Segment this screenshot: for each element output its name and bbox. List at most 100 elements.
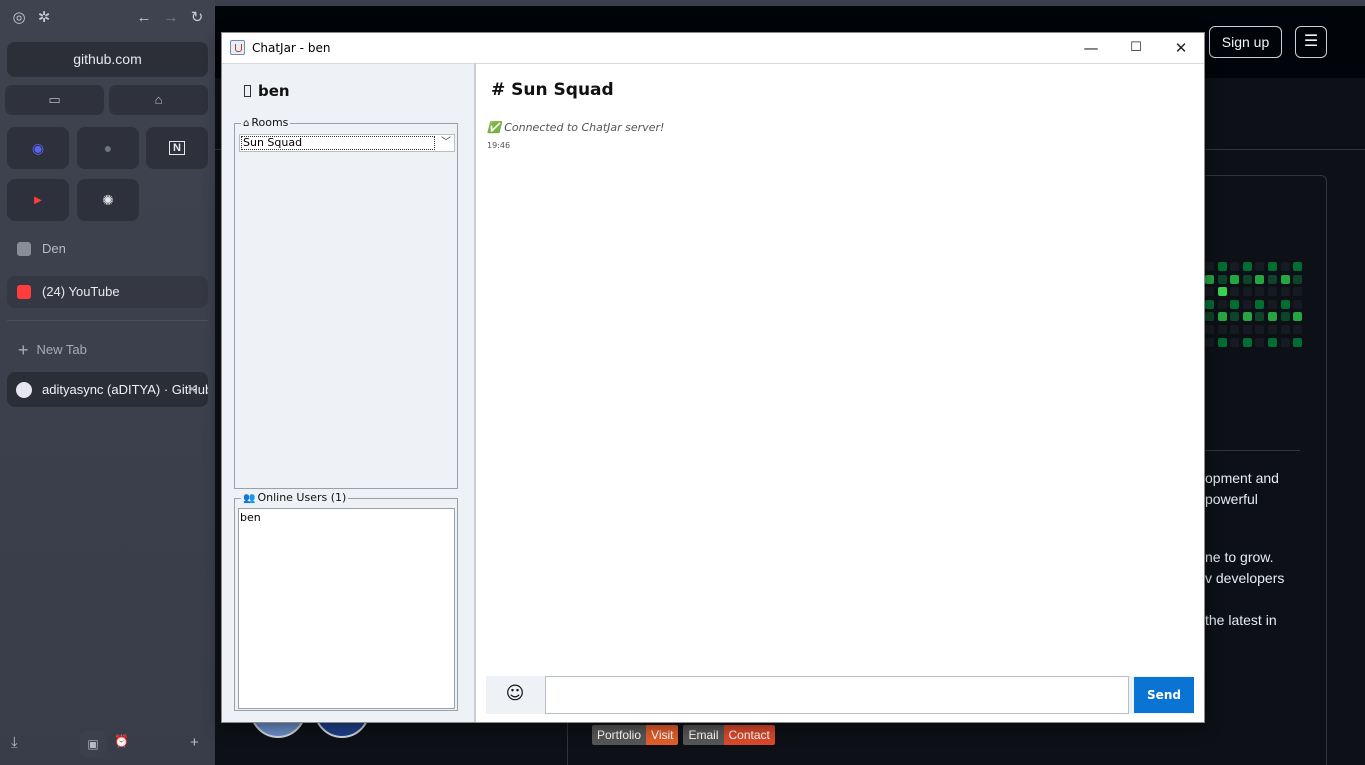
contribution-cell — [1205, 312, 1214, 322]
room-title: # Sun Squad — [491, 80, 614, 100]
tab-label: (24) YouTube — [42, 284, 120, 299]
contribution-cell — [1280, 337, 1290, 347]
url-bar[interactable]: github.com — [7, 42, 208, 77]
contribution-cell — [1280, 325, 1290, 334]
room-select[interactable]: Sun Squad ﹀ — [239, 134, 455, 152]
readme-line-3: ne to grow. — [1205, 549, 1274, 565]
add-space-icon[interactable]: + — [190, 734, 199, 751]
contribution-cell — [1217, 312, 1227, 322]
new-tab-label: New Tab — [36, 342, 87, 357]
message-input-bar: ☺ Send — [486, 676, 1194, 714]
list-item[interactable]: ben — [239, 509, 454, 524]
plus-icon: + — [18, 340, 29, 360]
maximize-icon[interactable]: ☐ — [1113, 33, 1159, 63]
contribution-cell — [1205, 287, 1214, 297]
readme-line-2: powerful — [1205, 491, 1258, 507]
space-den-icon[interactable]: ▣ — [80, 731, 106, 757]
chevron-down-icon[interactable]: ﹀ — [441, 135, 451, 151]
contribution-cell — [1230, 337, 1240, 347]
contribution-cell — [1242, 274, 1252, 284]
contribution-cell — [1280, 287, 1290, 297]
sidebar-toggle-button[interactable]: ▭ — [5, 85, 104, 115]
username-label: ben — [258, 82, 290, 100]
message-input[interactable] — [545, 676, 1129, 714]
space-alarm-icon[interactable]: ⏰ — [114, 734, 129, 748]
contribution-cell — [1268, 274, 1277, 284]
online-users-list[interactable]: ben — [238, 508, 455, 709]
contribution-cell — [1205, 299, 1214, 309]
badge-value: Contact — [723, 725, 775, 745]
contribution-cell — [1280, 274, 1290, 284]
badge-label: Email — [683, 725, 724, 745]
online-users-legend-text: Online Users (1) — [257, 491, 347, 504]
contribution-cell — [1230, 274, 1240, 284]
emoji-button[interactable]: ☺ — [486, 676, 544, 714]
den-icon — [17, 242, 31, 256]
close-tab-icon[interactable]: ✕ — [186, 372, 198, 407]
chat-panel: # Sun Squad ✅ Connected to ChatJar serve… — [476, 63, 1204, 722]
contribution-cell — [1230, 299, 1240, 309]
tab-youtube[interactable]: (24) YouTube — [7, 276, 208, 308]
contribution-cell — [1217, 325, 1227, 334]
pinned-tab-youtube[interactable]: ▶ — [7, 179, 69, 221]
system-message: ✅ Connected to ChatJar server! — [487, 121, 665, 134]
contribution-cell — [1217, 337, 1227, 347]
contribution-cell — [1268, 287, 1277, 297]
tab-label: adityasync (aDITYA) · GitHub — [42, 382, 208, 397]
pinned-tab-notion[interactable]: N — [146, 127, 208, 169]
email-badge[interactable]: Email Contact — [683, 725, 775, 745]
java-app-icon — [230, 40, 245, 55]
contribution-cell — [1280, 312, 1290, 322]
smiley-icon: ☺ — [505, 683, 525, 704]
downloads-icon[interactable]: ⤓ — [11, 734, 18, 751]
browser-logo-icon[interactable]: ◎ — [10, 9, 28, 27]
minimize-icon[interactable]: — — [1068, 33, 1114, 63]
sidebar-top-controls: ◎ ✲ ← → ↻ — [10, 9, 210, 27]
pinned-tab-openai[interactable]: ✺ — [77, 179, 139, 221]
send-button[interactable]: Send — [1134, 677, 1194, 713]
new-tab-button[interactable]: + New Tab — [18, 340, 87, 360]
online-users-legend: 👥 Online Users (1) — [241, 491, 349, 506]
contribution-cell — [1268, 299, 1277, 309]
contribution-cell — [1255, 299, 1265, 309]
readme-line-1: opment and — [1205, 470, 1279, 486]
window-title: ChatJar - ben — [252, 41, 331, 55]
back-arrow-icon[interactable]: ← — [135, 9, 153, 27]
current-user: ben — [244, 82, 290, 100]
contribution-cell — [1268, 325, 1277, 334]
room-select-value: Sun Squad — [241, 136, 435, 150]
rooms-legend-text: Rooms — [251, 116, 289, 129]
github-icon: ● — [103, 140, 113, 156]
readme-divider — [1205, 450, 1300, 451]
github-settings-icon[interactable]: ☰ — [1295, 26, 1327, 58]
tab-github-active[interactable]: adityasync (aDITYA) · GitHub ✕ — [7, 372, 208, 407]
notion-icon: N — [169, 141, 185, 155]
contribution-cell — [1255, 262, 1265, 271]
home-button[interactable]: ⌂ — [109, 85, 208, 115]
contribution-cell — [1293, 325, 1303, 334]
reload-icon[interactable]: ↻ — [188, 9, 206, 27]
pinned-tab-github[interactable]: ● — [77, 127, 139, 169]
contribution-cell — [1268, 262, 1277, 271]
rooms-panel: ⌂ Rooms Sun Squad ﹀ — [234, 116, 458, 489]
close-icon[interactable]: ✕ — [1158, 33, 1204, 63]
chatjar-window: ChatJar - ben — ☐ ✕ ben ⌂ Rooms Sun Squad… — [221, 32, 1205, 723]
tab-label: Den — [42, 241, 66, 256]
contribution-cell — [1217, 287, 1227, 297]
rooms-legend: ⌂ Rooms — [241, 116, 291, 131]
home-icon: ⌂ — [243, 118, 250, 129]
contribution-cell — [1217, 299, 1227, 309]
forward-arrow-icon[interactable]: → — [162, 9, 180, 27]
contribution-cell — [1293, 299, 1303, 309]
window-titlebar[interactable]: ChatJar - ben — ☐ ✕ — [222, 33, 1204, 63]
extensions-icon[interactable]: ✲ — [35, 9, 53, 27]
contribution-cell — [1230, 312, 1240, 322]
youtube-icon: ▶ — [34, 194, 42, 206]
tab-den[interactable]: Den — [7, 233, 208, 265]
home-icon: ⌂ — [154, 92, 163, 107]
contribution-cell — [1293, 287, 1303, 297]
discord-icon: ◉ — [31, 139, 45, 156]
portfolio-badge[interactable]: Portfolio Visit — [592, 725, 679, 745]
pinned-tab-discord[interactable]: ◉ — [7, 127, 69, 169]
github-signup-button[interactable]: Sign up — [1209, 26, 1282, 58]
